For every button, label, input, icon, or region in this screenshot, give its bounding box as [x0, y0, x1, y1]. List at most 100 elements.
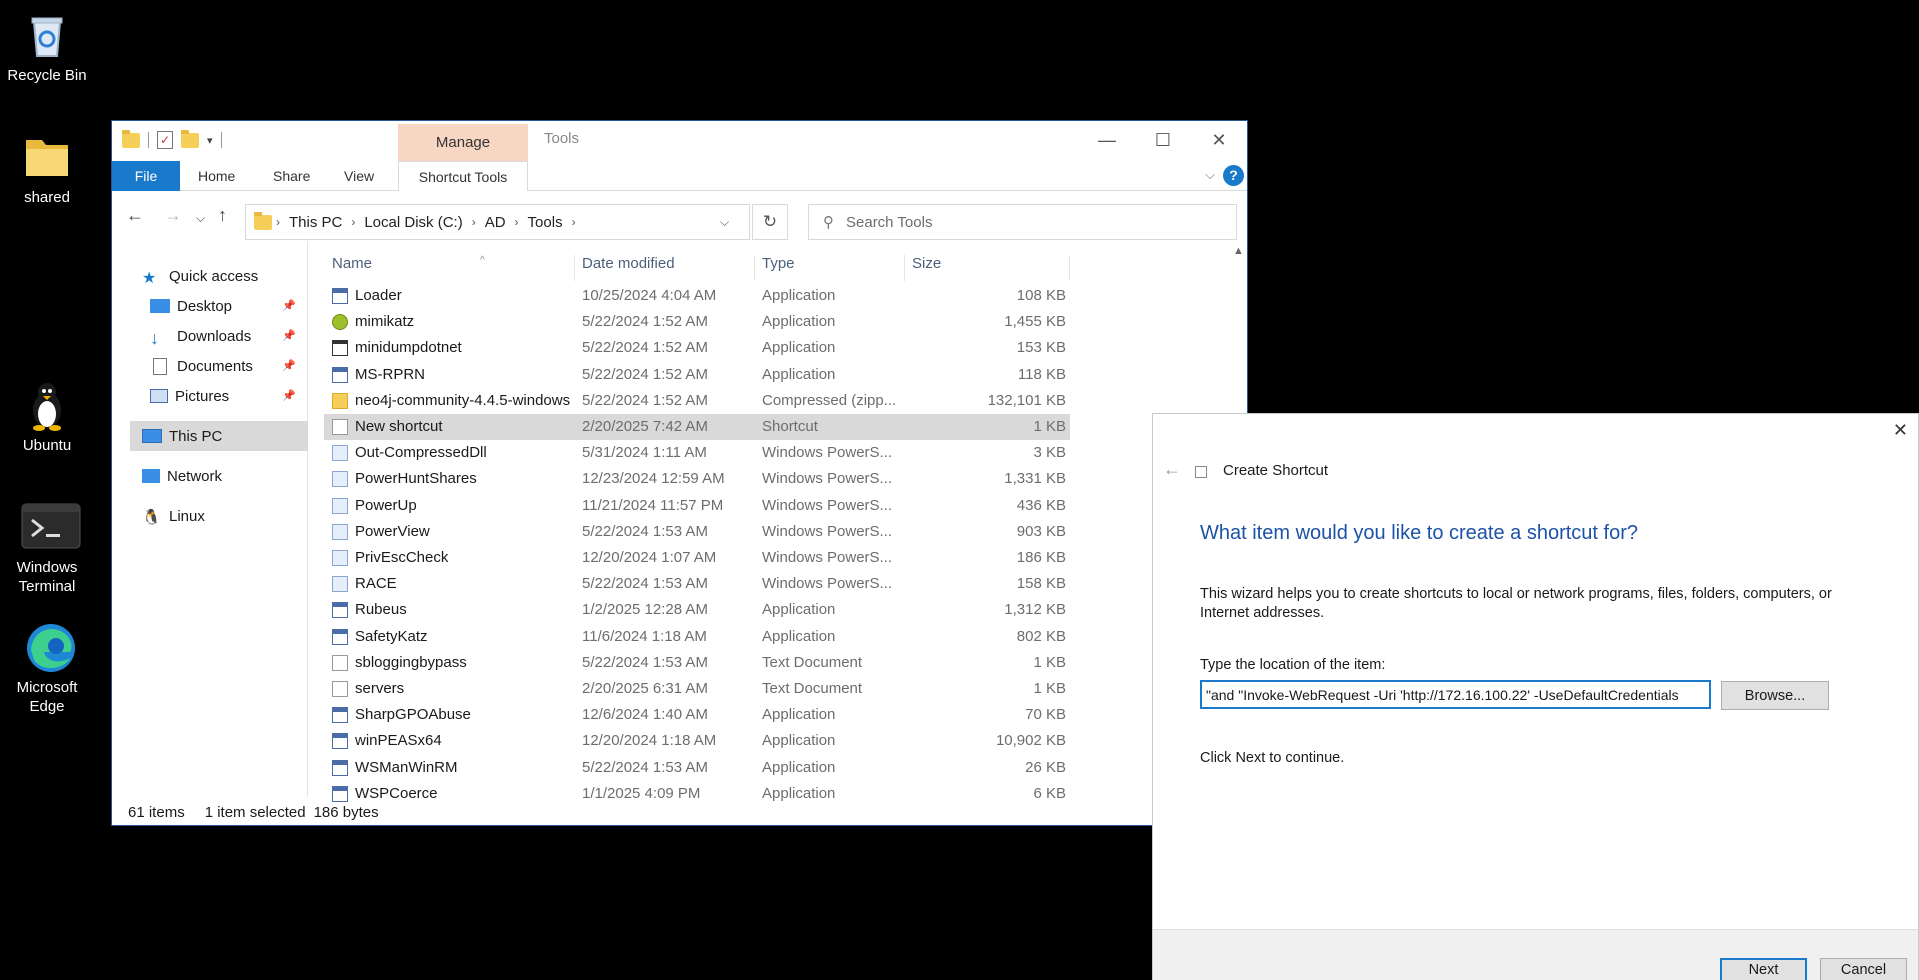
file-type: Windows PowerS...: [762, 496, 893, 514]
dialog-title: Create Shortcut: [1223, 462, 1329, 479]
desktop-icon-recycle-bin[interactable]: Recycle Bin: [4, 8, 90, 85]
desktop-icon-microsoft-edge[interactable]: Microsoft Edge: [4, 620, 90, 716]
chevron-down-icon[interactable]: ⌵: [720, 215, 729, 230]
breadcrumb-local-disk[interactable]: Local Disk (C:): [364, 214, 462, 231]
file-date: 11/21/2024 11:57 PM: [582, 496, 724, 514]
file-type: Text Document: [762, 680, 863, 697]
properties-icon[interactable]: ✓: [157, 131, 173, 149]
back-arrow-icon[interactable]: ←: [126, 205, 144, 226]
expand-ribbon-icon[interactable]: ⌵: [1205, 167, 1215, 183]
maximize-icon[interactable]: ☐: [1135, 121, 1191, 159]
table-row[interactable]: PowerHuntShares 12/23/2024 12:59 AM Window…: [324, 466, 1070, 492]
nav-desktop[interactable]: Desktop 📌: [150, 291, 302, 321]
scroll-up-icon[interactable]: ▲: [1233, 245, 1244, 257]
file-date: 12/20/2024 1:07 AM: [582, 549, 717, 566]
table-row[interactable]: WSManWinRM 5/22/2024 1:53 AM Application 26…: [324, 755, 1070, 781]
tab-shortcut-tools[interactable]: Shortcut Tools: [398, 161, 528, 191]
text-document-icon: [332, 681, 348, 697]
table-row[interactable]: PowerView 5/22/2024 1:53 AM Windows PowerS…: [324, 519, 1070, 545]
nav-this-pc[interactable]: This PC: [130, 421, 308, 451]
close-icon[interactable]: ✕: [1191, 121, 1247, 159]
tab-manage[interactable]: Manage: [398, 124, 528, 161]
dialog-description: This wizard helps you to create shortcut…: [1200, 586, 1832, 621]
tab-home[interactable]: Home: [198, 161, 235, 191]
table-row[interactable]: Out-CompressedDll 5/31/2024 1:11 AM Window…: [324, 440, 1070, 466]
help-icon[interactable]: ?: [1223, 165, 1244, 186]
application-icon: [332, 288, 348, 304]
up-arrow-icon[interactable]: ↑: [218, 205, 227, 226]
tab-file[interactable]: File: [112, 161, 180, 191]
location-input[interactable]: [1200, 680, 1711, 709]
next-button[interactable]: Next: [1720, 958, 1807, 980]
application-icon: [332, 366, 348, 383]
nav-pictures[interactable]: Pictures 📌: [150, 381, 302, 411]
desktop-icon-ubuntu[interactable]: Ubuntu: [4, 378, 90, 455]
file-date: 10/25/2024 4:04 AM: [582, 287, 717, 304]
table-row[interactable]: MS-RPRN 5/22/2024 1:52 AM Application 118 K…: [324, 362, 1070, 388]
customize-toolbar-icon[interactable]: ▾: [207, 134, 213, 147]
pin-icon: 📌: [282, 330, 296, 342]
minimize-icon[interactable]: —: [1079, 121, 1135, 159]
table-row[interactable]: PowerUp 11/21/2024 11:57 PM Windows PowerS…: [324, 493, 1070, 519]
desktop-icon-shared[interactable]: shared: [4, 130, 90, 207]
file-size: 1 KB: [1033, 680, 1066, 697]
table-row[interactable]: minidumpdotnet 5/22/2024 1:52 AM Applicati…: [324, 335, 1070, 361]
column-header-date[interactable]: Date modified: [582, 255, 675, 281]
breadcrumb-this-pc[interactable]: This PC: [289, 214, 342, 231]
table-row[interactable]: neo4j-community-4.4.5-windows 5/22/2024 1…: [324, 388, 1070, 414]
table-row[interactable]: sbloggingbypass 5/22/2024 1:53 AM Text Doc…: [324, 650, 1070, 676]
back-arrow-icon[interactable]: ←: [1163, 459, 1181, 480]
table-row[interactable]: mimikatz 5/22/2024 1:52 AM Application 1,45…: [324, 309, 1070, 335]
file-date: 12/6/2024 1:40 AM: [582, 706, 708, 724]
breadcrumb-tools[interactable]: Tools: [528, 214, 563, 231]
desktop-icon-label: Windows Terminal: [16, 559, 78, 595]
nav-quick-access[interactable]: ★ Quick access: [142, 261, 302, 291]
browse-button[interactable]: Browse...: [1721, 681, 1829, 710]
file-size: 1,312 KB: [1004, 601, 1066, 619]
table-row[interactable]: New shortcut 2/20/2025 7:42 AM Shortcut 1 K…: [324, 414, 1070, 441]
cancel-button[interactable]: Cancel: [1820, 958, 1907, 980]
file-date: 12/23/2024 12:59 AM: [582, 470, 725, 488]
desktop-icon-label: Microsoft Edge: [16, 679, 78, 715]
new-folder-icon[interactable]: [181, 129, 199, 148]
create-shortcut-dialog: ✕ ← Create Shortcut What item would you …: [1152, 413, 1919, 980]
file-size: 132,101 KB: [987, 391, 1066, 409]
powershell-script-icon: [332, 497, 348, 514]
address-bar[interactable]: › This PC › Local Disk (C:) › AD › Tools…: [245, 204, 750, 240]
breadcrumb-ad[interactable]: AD: [485, 214, 506, 231]
nav-network[interactable]: Network: [142, 461, 302, 491]
selection-size: 186 bytes: [313, 803, 379, 821]
nav-downloads[interactable]: ↓ Downloads 📌: [150, 321, 302, 351]
forward-arrow-icon[interactable]: →: [164, 205, 182, 226]
file-name: PowerView: [355, 522, 430, 540]
file-name: SafetyKatz: [355, 627, 428, 645]
file-size: 108 KB: [1016, 287, 1066, 304]
table-row[interactable]: SharpGPOAbuse 12/6/2024 1:40 AM Applicatio…: [324, 702, 1070, 728]
recent-locations-icon[interactable]: ⌵: [196, 211, 205, 226]
file-size: 118 KB: [1017, 365, 1066, 383]
refresh-button[interactable]: ↻: [752, 204, 788, 240]
table-row[interactable]: servers 2/20/2025 6:31 AM Text Document 1 K…: [324, 676, 1070, 702]
column-header-size[interactable]: Size: [912, 255, 941, 281]
search-input[interactable]: ⚲ Search Tools: [808, 204, 1237, 240]
file-size: 70 KB: [1025, 706, 1066, 724]
close-icon[interactable]: ✕: [1893, 420, 1908, 441]
column-header-name[interactable]: ^ Name: [332, 255, 485, 281]
file-name: Rubeus: [355, 601, 407, 619]
file-name: Loader: [355, 287, 402, 304]
table-row[interactable]: SafetyKatz 11/6/2024 1:18 AM Application 80…: [324, 624, 1070, 650]
table-row[interactable]: Rubeus 1/2/2025 12:28 AM Application 1,312 …: [324, 597, 1070, 623]
tab-view[interactable]: View: [344, 161, 374, 191]
tab-share[interactable]: Share: [273, 161, 310, 191]
file-type: Windows PowerS...: [762, 575, 893, 593]
pin-icon: 📌: [282, 300, 296, 312]
table-row[interactable]: RACE 5/22/2024 1:53 AM Windows PowerS... 15…: [324, 571, 1070, 597]
table-row[interactable]: winPEASx64 12/20/2024 1:18 AM Application 1…: [324, 728, 1070, 754]
text-document-icon: [332, 654, 348, 671]
table-row[interactable]: PrivEscCheck 12/20/2024 1:07 AM Windows Po…: [324, 545, 1070, 571]
desktop-icon-windows-terminal[interactable]: Windows Terminal: [4, 500, 90, 596]
nav-linux[interactable]: 🐧 Linux: [142, 501, 302, 531]
nav-documents[interactable]: Documents 📌: [150, 351, 302, 381]
column-header-type[interactable]: Type: [762, 255, 795, 281]
table-row[interactable]: Loader 10/25/2024 4:04 AM Application 108 K…: [324, 283, 1070, 309]
